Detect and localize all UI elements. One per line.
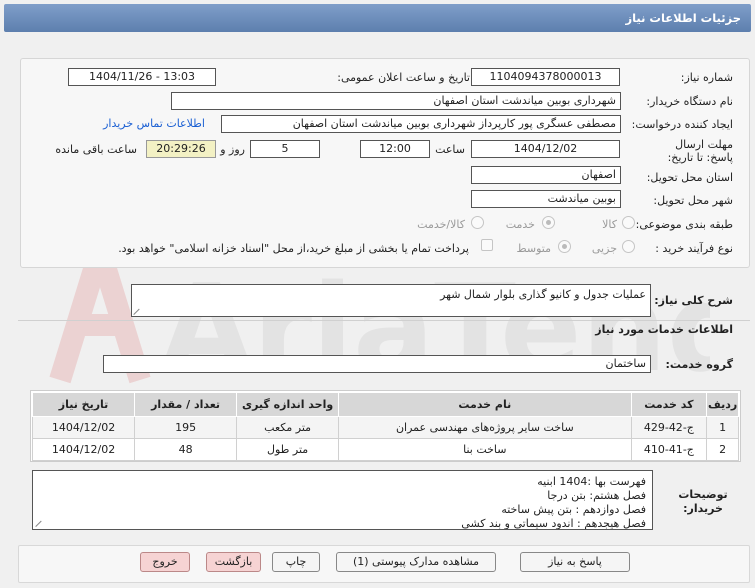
- table-row[interactable]: 1 ج-42-429 ساخت سایر پروژه‌های مهندسی عم…: [31, 416, 739, 439]
- requester-field: مصطفی عسگری پور کارپرداز شهرداری بوبین م…: [221, 115, 621, 133]
- col-code: کد خدمت: [630, 392, 708, 417]
- back-button[interactable]: بازگشت: [206, 552, 261, 572]
- attachments-button[interactable]: مشاهده مدارک پیوستی (1): [336, 552, 496, 572]
- col-name: نام خدمت: [338, 392, 632, 417]
- deadline-time-field: 12:00: [360, 140, 430, 158]
- treasury-checkbox[interactable]: [481, 239, 493, 251]
- col-quantity: تعداد / مقدار: [134, 392, 238, 417]
- need-details-panel: [20, 58, 750, 268]
- process-option-partial: جزیی: [591, 242, 617, 255]
- need-number-field: 1104094378000013: [471, 68, 620, 86]
- col-unit: واحد اندازه گیری: [236, 392, 340, 417]
- deadline-date-field: 1404/12/02: [471, 140, 620, 158]
- time-label: ساعت: [435, 143, 465, 156]
- notes-line: فصل هیجدهم : اندود سیماتی و بند کشی: [461, 517, 646, 530]
- announce-label: تاریخ و ساعت اعلان عمومی:: [337, 71, 470, 84]
- announce-field: 1404/11/26 - 13:03: [68, 68, 216, 86]
- description-field: عملیات جدول و کانیو گذاری بلوار شمال شهر: [131, 284, 651, 317]
- need-number-label: شماره نیاز:: [680, 71, 733, 84]
- notes-line: فصل هشتم: بتن درجا: [547, 489, 646, 502]
- category-option-goods-service: کالا/خدمت: [417, 218, 465, 231]
- process-option-medium: متوسط: [516, 242, 551, 255]
- process-label: نوع فرآیند خرید :: [655, 242, 733, 255]
- buyer-org-label: نام دستگاه خریدار:: [646, 95, 733, 108]
- cell-code: ج-42-429: [630, 416, 708, 439]
- category-radio-service[interactable]: [542, 216, 555, 229]
- page-title-bar: جزئیات اطلاعات نیاز: [4, 4, 751, 32]
- buyer-org-field: شهرداری بوبین میاندشت استان اصفهان: [171, 92, 621, 110]
- category-radio-goods-service[interactable]: [471, 216, 484, 229]
- services-heading: اطلاعات خدمات مورد نیاز: [595, 323, 733, 336]
- process-radio-medium[interactable]: [558, 240, 571, 253]
- cell-quantity: 48: [134, 438, 238, 461]
- cell-date: 1404/12/02: [31, 438, 136, 461]
- category-option-goods: کالا: [602, 218, 617, 231]
- requester-label: ایجاد کننده درخواست:: [631, 118, 733, 131]
- notes-line: فصل دوازدهم : بتن پیش ساخته: [501, 503, 646, 516]
- province-field: اصفهان: [471, 166, 621, 184]
- cell-row: 2: [706, 438, 739, 461]
- page-title: جزئیات اطلاعات نیاز: [625, 11, 741, 25]
- service-group-label: گروه خدمت:: [665, 358, 733, 371]
- buyer-contact-link[interactable]: اطلاعات تماس خریدار: [103, 117, 205, 130]
- services-table: ردیف کد خدمت نام خدمت واحد اندازه گیری ت…: [31, 392, 739, 461]
- deadline-label: مهلت ارسال پاسخ: تا تاریخ:: [667, 138, 733, 164]
- cell-name: ساخت سایر پروژه‌های مهندسی عمران: [338, 416, 632, 439]
- payment-note: پرداخت تمام یا بخشی از مبلغ خرید،از محل …: [118, 242, 469, 255]
- print-button[interactable]: چاپ: [272, 552, 320, 572]
- cell-code: ج-41-410: [630, 438, 708, 461]
- cell-unit: متر طول: [236, 438, 340, 461]
- col-date: تاریخ نیاز: [31, 392, 136, 417]
- city-field: بوبین میاندشت: [471, 190, 621, 208]
- notes-resize-handle[interactable]: [36, 519, 44, 527]
- buyer-notes-label: توضیحات خریدار:: [678, 488, 728, 515]
- cell-date: 1404/12/02: [31, 416, 136, 439]
- separator: [18, 320, 750, 321]
- cell-quantity: 195: [134, 416, 238, 439]
- description-label: شرح کلی نیاز:: [654, 294, 733, 307]
- col-row: ردیف: [706, 392, 739, 417]
- respond-button[interactable]: پاسخ به نیاز: [520, 552, 630, 572]
- remaining-time-field: 20:29:26: [146, 140, 216, 158]
- resize-handle[interactable]: [134, 307, 142, 315]
- cell-name: ساخت بنا: [338, 438, 632, 461]
- process-radio-partial[interactable]: [622, 240, 635, 253]
- notes-line: فهرست بها :1404 ابنیه: [537, 475, 646, 488]
- category-label: طبقه بندی موضوعی:: [635, 218, 733, 231]
- city-label: شهر محل تحویل:: [653, 194, 733, 207]
- table-row[interactable]: 2 ج-41-410 ساخت بنا متر طول 48 1404/12/0…: [31, 438, 739, 461]
- province-label: استان محل تحویل:: [646, 171, 733, 184]
- remaining-label: ساعت باقی مانده: [55, 143, 137, 156]
- table-header-row: ردیف کد خدمت نام خدمت واحد اندازه گیری ت…: [31, 392, 739, 417]
- exit-button[interactable]: خروج: [140, 552, 190, 572]
- days-label: روز و: [220, 143, 245, 156]
- category-radio-goods[interactable]: [622, 216, 635, 229]
- cell-row: 1: [706, 416, 739, 439]
- category-option-service: خدمت: [505, 218, 535, 231]
- buyer-notes-field: فهرست بها :1404 ابنیه فصل هشتم: بتن درجا…: [32, 470, 653, 530]
- cell-unit: متر مکعب: [236, 416, 340, 439]
- days-field: 5: [250, 140, 320, 158]
- service-group-field: ساختمان: [103, 355, 651, 373]
